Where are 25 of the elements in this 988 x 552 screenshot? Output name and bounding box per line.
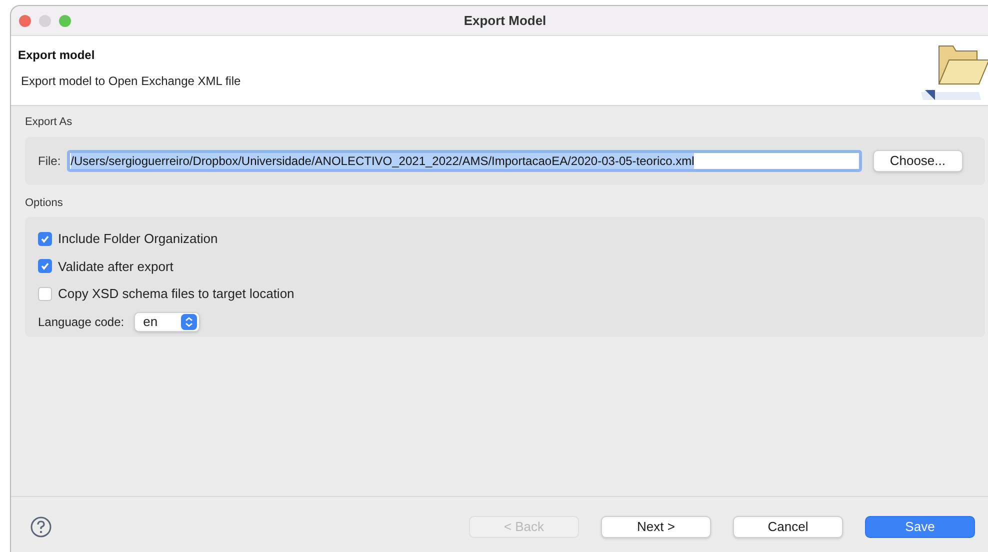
checkbox[interactable] [38,286,52,301]
checkbox[interactable] [38,259,52,274]
choose-button[interactable]: Choose... [872,150,963,172]
footer-button[interactable]: Save [865,516,975,538]
checkbox[interactable] [38,232,52,246]
footer-button[interactable]: Next > [601,516,711,538]
checkmark-icon [40,261,50,272]
language-label: Language code: [38,314,124,330]
group-label: Export As [25,115,74,130]
stepper-icon [181,314,198,330]
checkmark-icon [40,234,50,244]
language-select[interactable]: en [134,312,200,332]
window-title: Export Model [464,12,546,28]
file-field[interactable]: /Users/sergioguerreiro/Dropbox/Universidade/ANOLECTIVO_2021_2022/AMS/ImportacaoEA/2020-03-05-teorico.xml [66,150,862,172]
checkbox-label: Validate after export [58,258,174,276]
footer-button[interactable]: Cancel [733,516,843,538]
header-description: Export model to Open Exchange XML file [20,73,241,90]
close-button[interactable] [19,14,31,26]
group-label: Options [25,196,64,210]
zoom-button[interactable] [59,14,71,26]
header-title: Export model [18,47,96,64]
help-icon[interactable] [30,516,52,538]
file-label: File: [38,152,61,170]
checkbox-label: Include Folder Organization [58,230,218,248]
checkbox-label: Copy XSD schema files to target location [58,285,294,303]
